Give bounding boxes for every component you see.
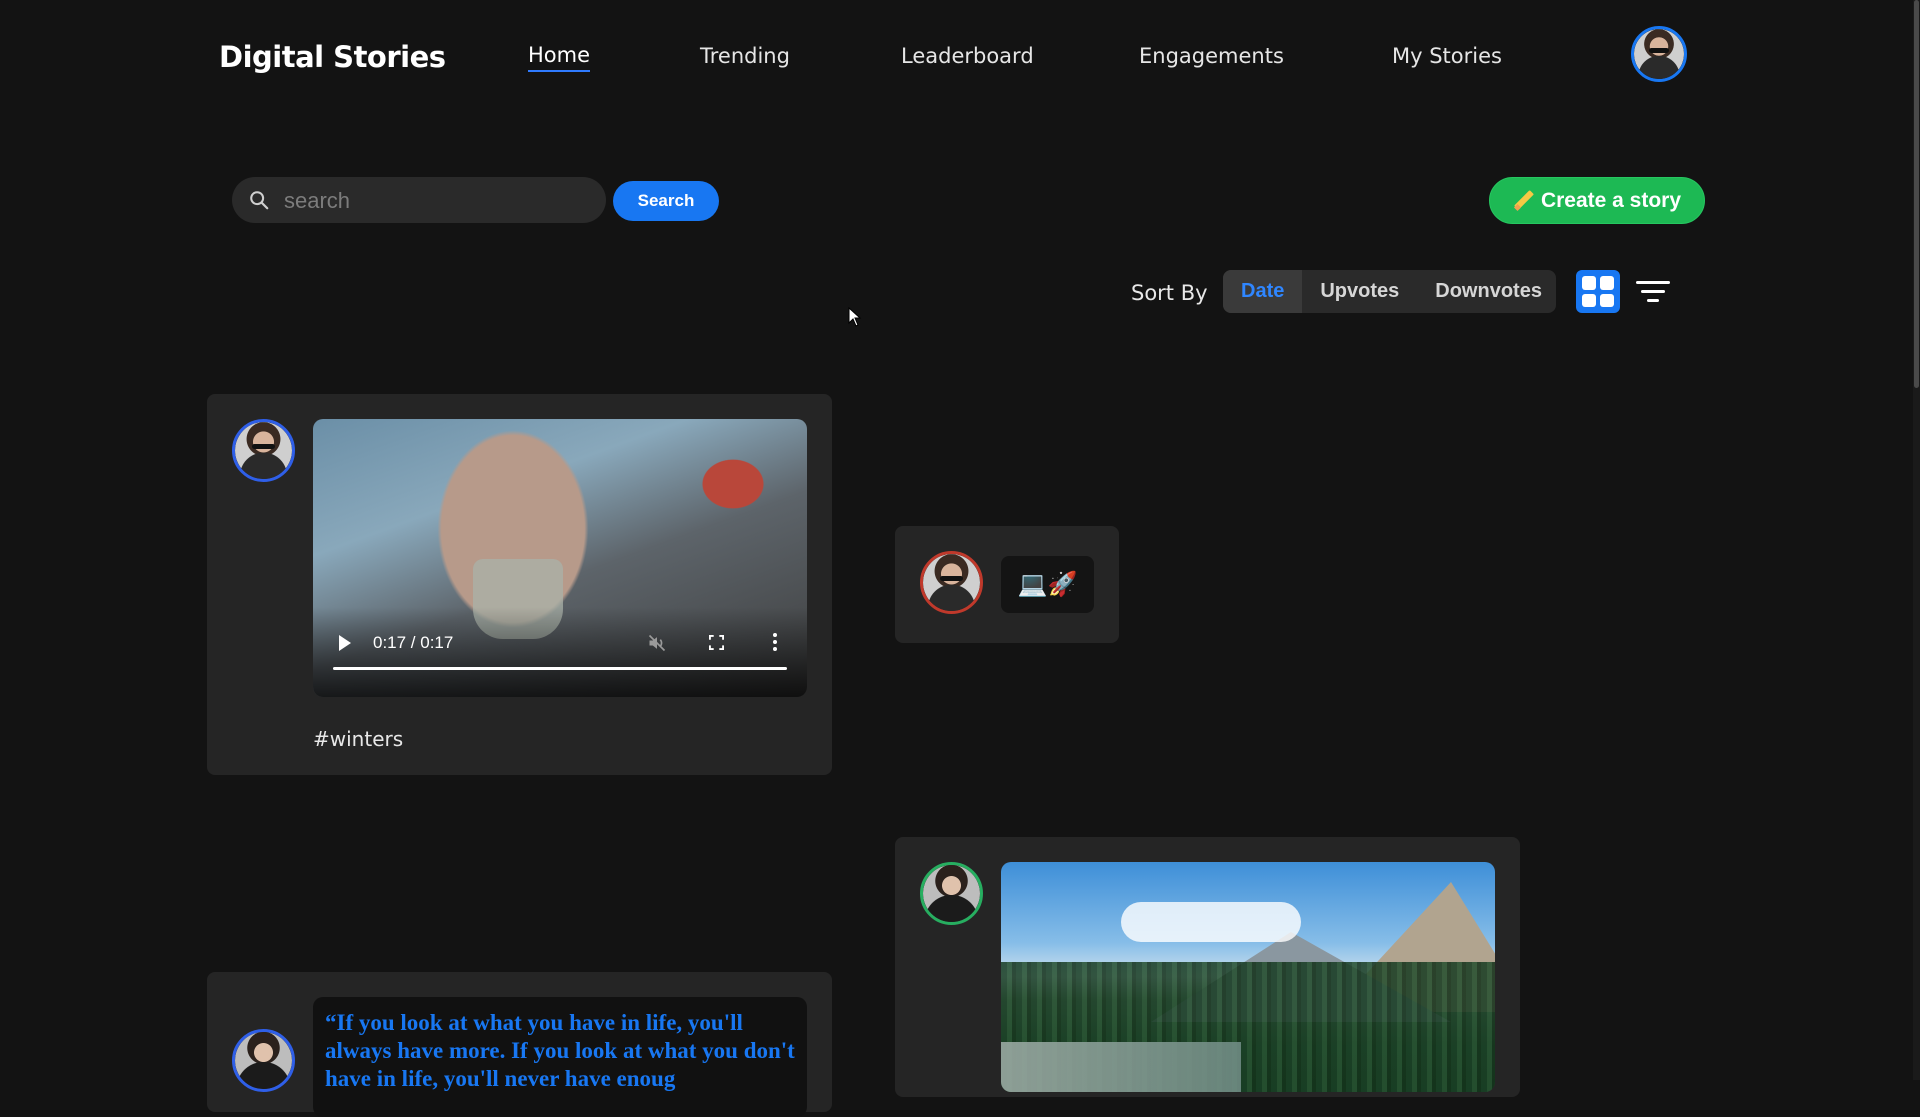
story-tag[interactable]: #winters (313, 727, 403, 751)
play-icon[interactable] (339, 635, 351, 651)
story-video-player[interactable]: 0:17 / 0:17 (313, 419, 807, 697)
quote-text: “If you look at what you have in life, y… (325, 1010, 795, 1091)
story-author-avatar[interactable] (232, 419, 295, 482)
story-author-avatar[interactable] (920, 862, 983, 925)
story-quote: “If you look at what you have in life, y… (313, 997, 807, 1117)
grid-view-icon[interactable] (1576, 270, 1620, 313)
nav-engagements[interactable]: Engagements (1139, 44, 1284, 68)
create-story-button[interactable]: Create a story (1489, 177, 1705, 224)
search-input[interactable] (282, 177, 586, 225)
nav-my-stories[interactable]: My Stories (1392, 44, 1502, 68)
mute-icon[interactable] (646, 633, 668, 653)
page-scrollbar[interactable] (1913, 0, 1920, 1080)
sort-upvotes-button[interactable]: Upvotes (1302, 270, 1417, 313)
brand-logo[interactable]: Digital Stories (219, 40, 446, 74)
video-progress-bar[interactable] (333, 667, 787, 670)
sort-date-button[interactable]: Date (1223, 270, 1303, 313)
story-image-mountain[interactable] (1001, 862, 1495, 1092)
story-author-avatar[interactable] (920, 551, 983, 614)
create-story-label: Create a story (1540, 188, 1682, 212)
nav-leaderboard[interactable]: Leaderboard (901, 44, 1034, 68)
nav-trending[interactable]: Trending (700, 44, 790, 68)
mouse-cursor-icon (848, 307, 862, 327)
pencil-icon (1513, 191, 1533, 211)
story-author-avatar[interactable] (232, 1029, 295, 1092)
fullscreen-icon[interactable] (709, 635, 724, 650)
sort-options: Date Upvotes Downvotes (1223, 270, 1556, 313)
more-options-icon[interactable] (773, 633, 777, 651)
search-icon (250, 191, 269, 210)
filter-icon[interactable] (1636, 279, 1670, 305)
video-time: 0:17 / 0:17 (373, 633, 454, 652)
story-emoji-content: 💻🚀 (1001, 556, 1094, 613)
search-bar (232, 177, 606, 225)
nav-home[interactable]: Home (528, 43, 591, 72)
sort-downvotes-button[interactable]: Downvotes (1417, 270, 1556, 313)
profile-avatar[interactable] (1631, 26, 1687, 82)
search-button[interactable]: Search (613, 181, 719, 221)
sort-label: Sort By (1131, 281, 1208, 305)
